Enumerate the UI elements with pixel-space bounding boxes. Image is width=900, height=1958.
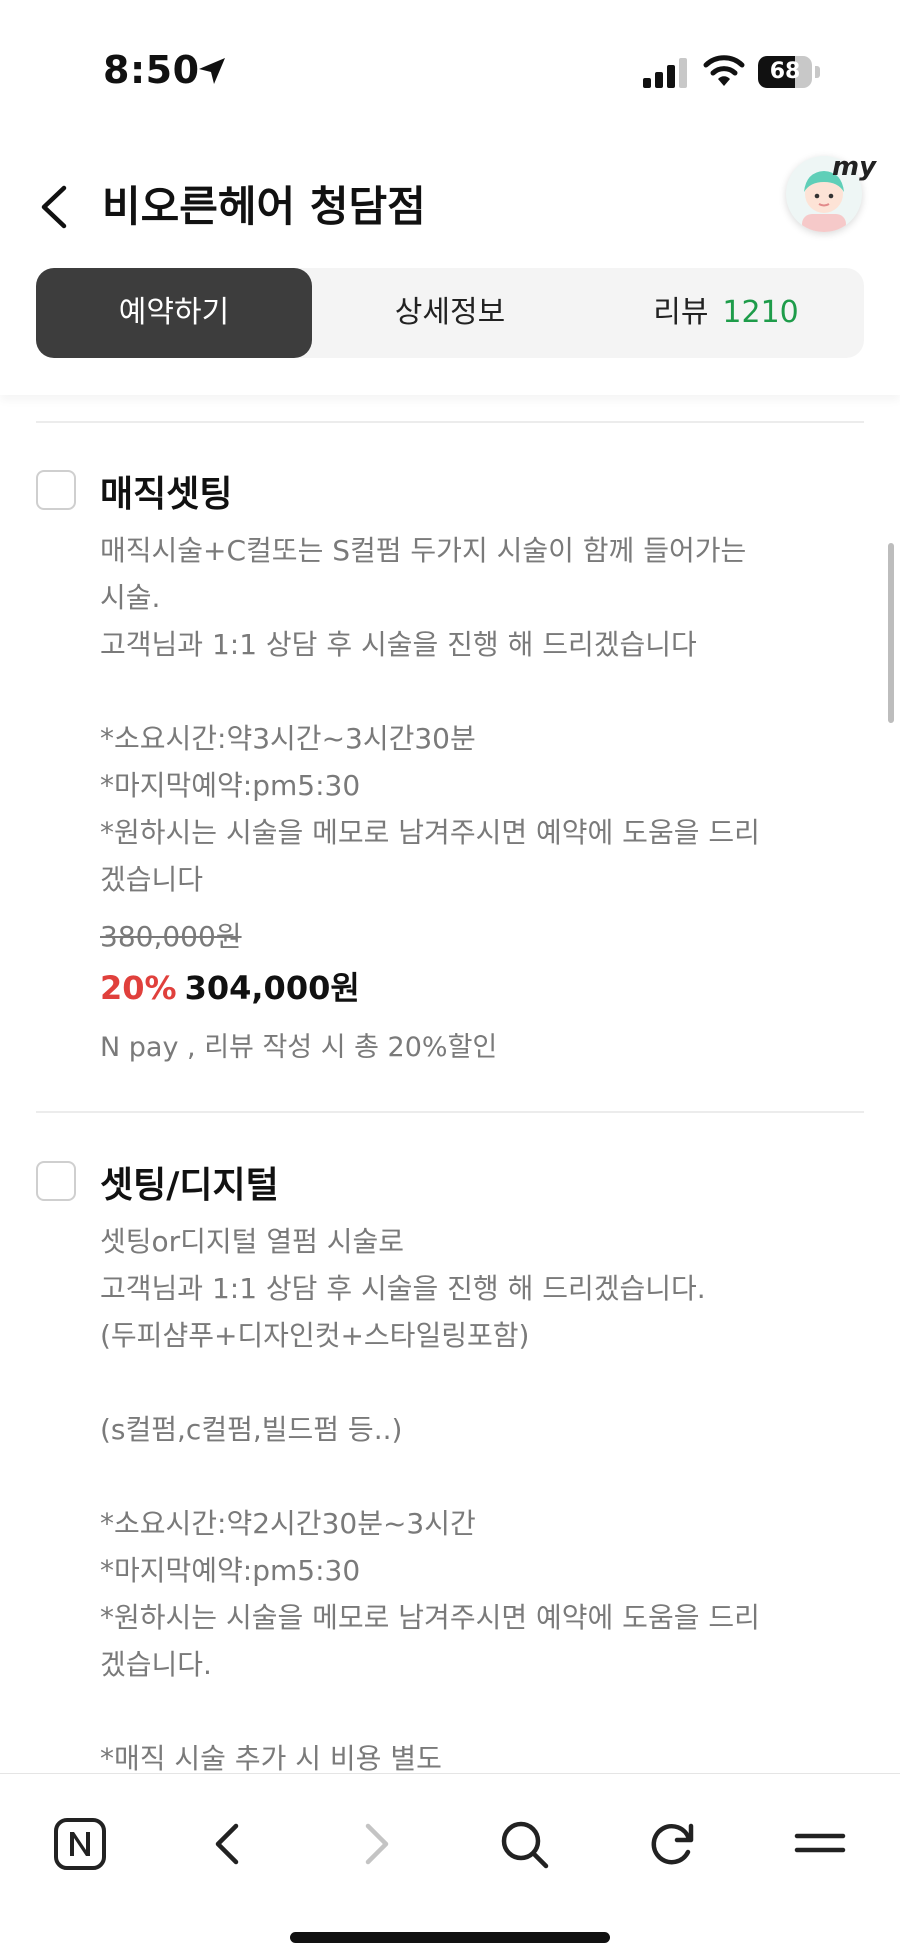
battery-indicator: 68: [758, 56, 820, 88]
service-description: 셋팅or디지털 열펌 시술로 고객님과 1:1 상담 후 시술을 진행 해 드리…: [100, 1218, 830, 1773]
naver-home-button[interactable]: [40, 1804, 120, 1884]
browser-back-button[interactable]: [188, 1804, 268, 1884]
description-line: 고객님과 1:1 상담 후 시술을 진행 해 드리겠습니다.: [100, 1272, 706, 1305]
price-row: 20% 304,000원: [100, 963, 360, 1009]
search-icon: [501, 1821, 549, 1869]
service-title: 매직셋팅: [100, 474, 233, 515]
search-button[interactable]: [484, 1804, 564, 1884]
description-line: [100, 1359, 830, 1406]
service-list[interactable]: 매직셋팅 매직시술+C컬또는 S컬펌 두가지 시술이 함께 들어가는 시술. 고…: [0, 395, 900, 1773]
description-line: 고객님과 1:1 상담 후 시술을 진행 해 드리겠습니다: [100, 628, 697, 661]
service-checkbox[interactable]: [36, 470, 76, 510]
review-count: 1210: [722, 295, 799, 330]
forward-arrow-icon: [365, 1823, 389, 1865]
back-arrow-icon: [215, 1823, 239, 1865]
discount-rate: 20%: [100, 969, 177, 1007]
browser-bottom-bar: [0, 1773, 900, 1958]
status-bar: 8:50 68: [0, 0, 900, 150]
cellular-signal-icon: [643, 58, 687, 88]
original-price: 380,000원: [100, 920, 242, 953]
service-title: 셋팅/디지털: [100, 1165, 279, 1206]
my-label: my: [832, 152, 877, 182]
description-line: *원하시는 시술을 메모로 남겨주시면 예약에 도움을 드리: [100, 816, 760, 849]
refresh-button[interactable]: [632, 1804, 712, 1884]
location-arrow-icon: [199, 58, 225, 84]
description-line: 겠습니다: [100, 863, 204, 896]
description-line: 셋팅or디지털 열펌 시술로: [100, 1225, 405, 1258]
description-line: (s컬펌,c컬펌,빌드펌 등..): [100, 1413, 403, 1446]
chevron-left-icon: [41, 185, 67, 229]
benefit-text: N pay , 리뷰 작성 시 총 20%할인: [100, 1032, 498, 1063]
description-line: *마지막예약:pm5:30: [100, 769, 361, 802]
description-line: [100, 1688, 830, 1735]
battery-level: 68: [769, 59, 801, 84]
menu-button[interactable]: [780, 1804, 860, 1884]
description-line: 매직시술+C컬또는 S컬펌 두가지 시술이 함께 들어가는: [100, 534, 747, 567]
page-title: 비오른헤어 청담점: [102, 182, 426, 231]
menu-icon: [794, 1833, 846, 1853]
scrollbar[interactable]: [888, 543, 894, 723]
description-line: *원하시는 시술을 메모로 남겨주시면 예약에 도움을 드리: [100, 1601, 760, 1634]
back-button[interactable]: [30, 170, 80, 244]
divider: [36, 421, 864, 423]
description-line: *소요시간:약2시간30분~3시간: [100, 1507, 476, 1540]
tab-details[interactable]: 상세정보: [312, 268, 588, 358]
divider: [36, 1111, 864, 1113]
description-line: *마지막예약:pm5:30: [100, 1554, 361, 1587]
service-description: 매직시술+C컬또는 S컬펌 두가지 시술이 함께 들어가는 시술. 고객님과 1…: [100, 527, 830, 903]
description-line: *소요시간:약3시간~3시간30분: [100, 722, 476, 755]
tab-details-label: 상세정보: [394, 295, 506, 330]
service-checkbox[interactable]: [36, 1161, 76, 1201]
description-line: *매직 시술 추가 시 비용 별도: [100, 1742, 442, 1773]
sale-price: 304,000원: [184, 969, 360, 1007]
description-line: 겠습니다.: [100, 1648, 212, 1681]
refresh-icon: [651, 1823, 694, 1865]
browser-forward-button[interactable]: [336, 1804, 416, 1884]
description-line: 시술.: [100, 581, 161, 614]
description-line: [100, 1453, 830, 1500]
naver-home-icon: [54, 1818, 106, 1870]
tab-reservation[interactable]: 예약하기: [36, 268, 312, 358]
home-indicator[interactable]: [290, 1932, 610, 1943]
tab-reservation-label: 예약하기: [118, 295, 230, 330]
description-line: [100, 668, 830, 715]
tab-bar: 예약하기 상세정보 리뷰 1210: [36, 268, 864, 358]
status-time: 8:50: [103, 48, 200, 92]
tab-reviews-label: 리뷰: [653, 295, 709, 330]
wifi-icon: [703, 55, 745, 86]
tab-reviews[interactable]: 리뷰 1210: [588, 268, 864, 358]
page-header: 비오른헤어 청담점 my 예약하기 상세정보 리뷰 1210: [0, 150, 900, 395]
description-line: (두피샴푸+디자인컷+스타일링포함): [100, 1319, 530, 1352]
